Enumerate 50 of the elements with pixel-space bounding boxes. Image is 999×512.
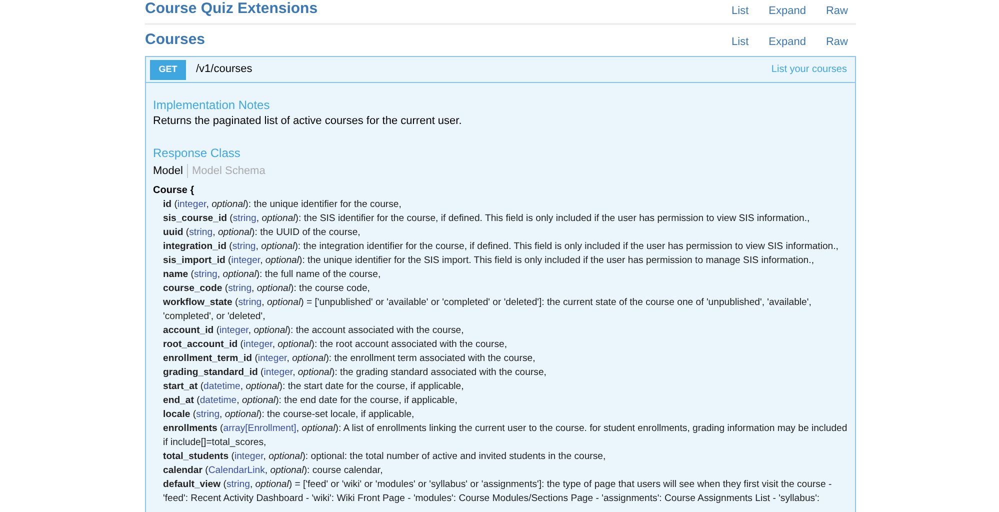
type-link[interactable]: integer (244, 339, 272, 350)
section-heading: Implementation Notes (153, 97, 271, 113)
model-property: start_at (datetime, optional): the start date for the course, if applicable, (163, 380, 465, 394)
type-link[interactable]: string (189, 227, 213, 238)
section-link[interactable]: Expand (768, 2, 806, 20)
model-property: id (integer, optional): the unique identifier for the course, (163, 198, 402, 212)
type-link[interactable]: string (226, 479, 250, 490)
endpoint-path[interactable]: /v1/courses (196, 61, 252, 78)
type-link[interactable]: datetime (200, 395, 237, 406)
model-property: default_view (string, optional) = ['feed' or 'wiki' or 'modules' or 'syllabus' or 'assignments']: the type of page that users will see when they first visit the course - 'feed': Recent Activity Dashboard - 'wiki': Wiki Front Page - 'modules': Course Modules/Sections Page - 'assignments': Course Assignments List - 'syllabus': (163, 478, 833, 506)
type-link[interactable]: string (232, 241, 256, 252)
model-property: end_at (datetime, optional): the end date for the course, if applicable, (163, 394, 458, 408)
model-property: name (string, optional): the full name of the course, (163, 268, 382, 282)
type-link[interactable]: integer (264, 367, 293, 378)
section-heading: Response Class (153, 145, 242, 161)
model-tab[interactable]: Model (153, 164, 183, 178)
model-property: course_code (string, optional): the course code, (163, 282, 371, 296)
model-property: calendar (CalendarLink, optional): course calendar, (163, 464, 384, 478)
section-link[interactable]: List (732, 34, 749, 50)
model-property: sis_import_id (integer, optional): the unique identifier for the SIS import. This field is only included if the user has permission to manage SIS information., (163, 254, 815, 268)
type-link[interactable]: string (196, 409, 220, 420)
model-property: sis_course_id (string, optional): the SIS identifier for the course, if defined. This field is only included if the user has permission to view SIS information., (163, 212, 811, 226)
model-property: enrollment_term_id (integer, optional): the enrollment term associated with the course, (163, 352, 536, 366)
section-link[interactable]: Raw (826, 34, 848, 50)
section-title[interactable]: Course Quiz Extensions (145, 0, 318, 20)
type-link[interactable]: integer (220, 325, 248, 336)
model-property: grading_standard_id (integer, optional): the grading standard associated with the course, (163, 366, 548, 380)
model-name: Course { (153, 184, 196, 198)
model-property: root_account_id (integer, optional): the root account associated with the course, (163, 338, 508, 352)
type-link[interactable]: array[Enrollment] (223, 423, 296, 434)
model-property: uuid (string, optional): the UUID of the course, (163, 226, 362, 240)
section-title[interactable]: Courses (145, 28, 206, 52)
type-link[interactable]: string (194, 269, 218, 280)
model-property: account_id (integer, optional): the account associated with the course, (163, 324, 465, 338)
type-link[interactable]: integer (177, 199, 206, 210)
type-link[interactable]: integer (231, 255, 260, 266)
model-property: total_students (integer, optional): optional: the total number of active and invited students in the course, (163, 450, 607, 464)
type-link[interactable]: integer (234, 451, 264, 462)
model-property: integration_id (string, optional): the integration identifier for the course, if defined. This field is only included if the user has permission to view SIS information., (163, 240, 840, 254)
type-link[interactable]: string (232, 213, 256, 224)
section-link[interactable]: Raw (826, 2, 848, 20)
implementation-notes: Returns the paginated list of active courses for the current user. (153, 114, 463, 129)
model-property: locale (string, optional): the course-set locale, if applicable, (163, 408, 416, 422)
type-link[interactable]: string (238, 297, 262, 308)
type-link[interactable]: integer (258, 353, 287, 364)
type-link[interactable]: string (228, 283, 252, 294)
type-link[interactable]: CalendarLink (208, 465, 265, 476)
section-link[interactable]: Expand (768, 34, 806, 50)
type-link[interactable]: datetime (204, 381, 240, 392)
section-link[interactable]: List (732, 2, 749, 20)
